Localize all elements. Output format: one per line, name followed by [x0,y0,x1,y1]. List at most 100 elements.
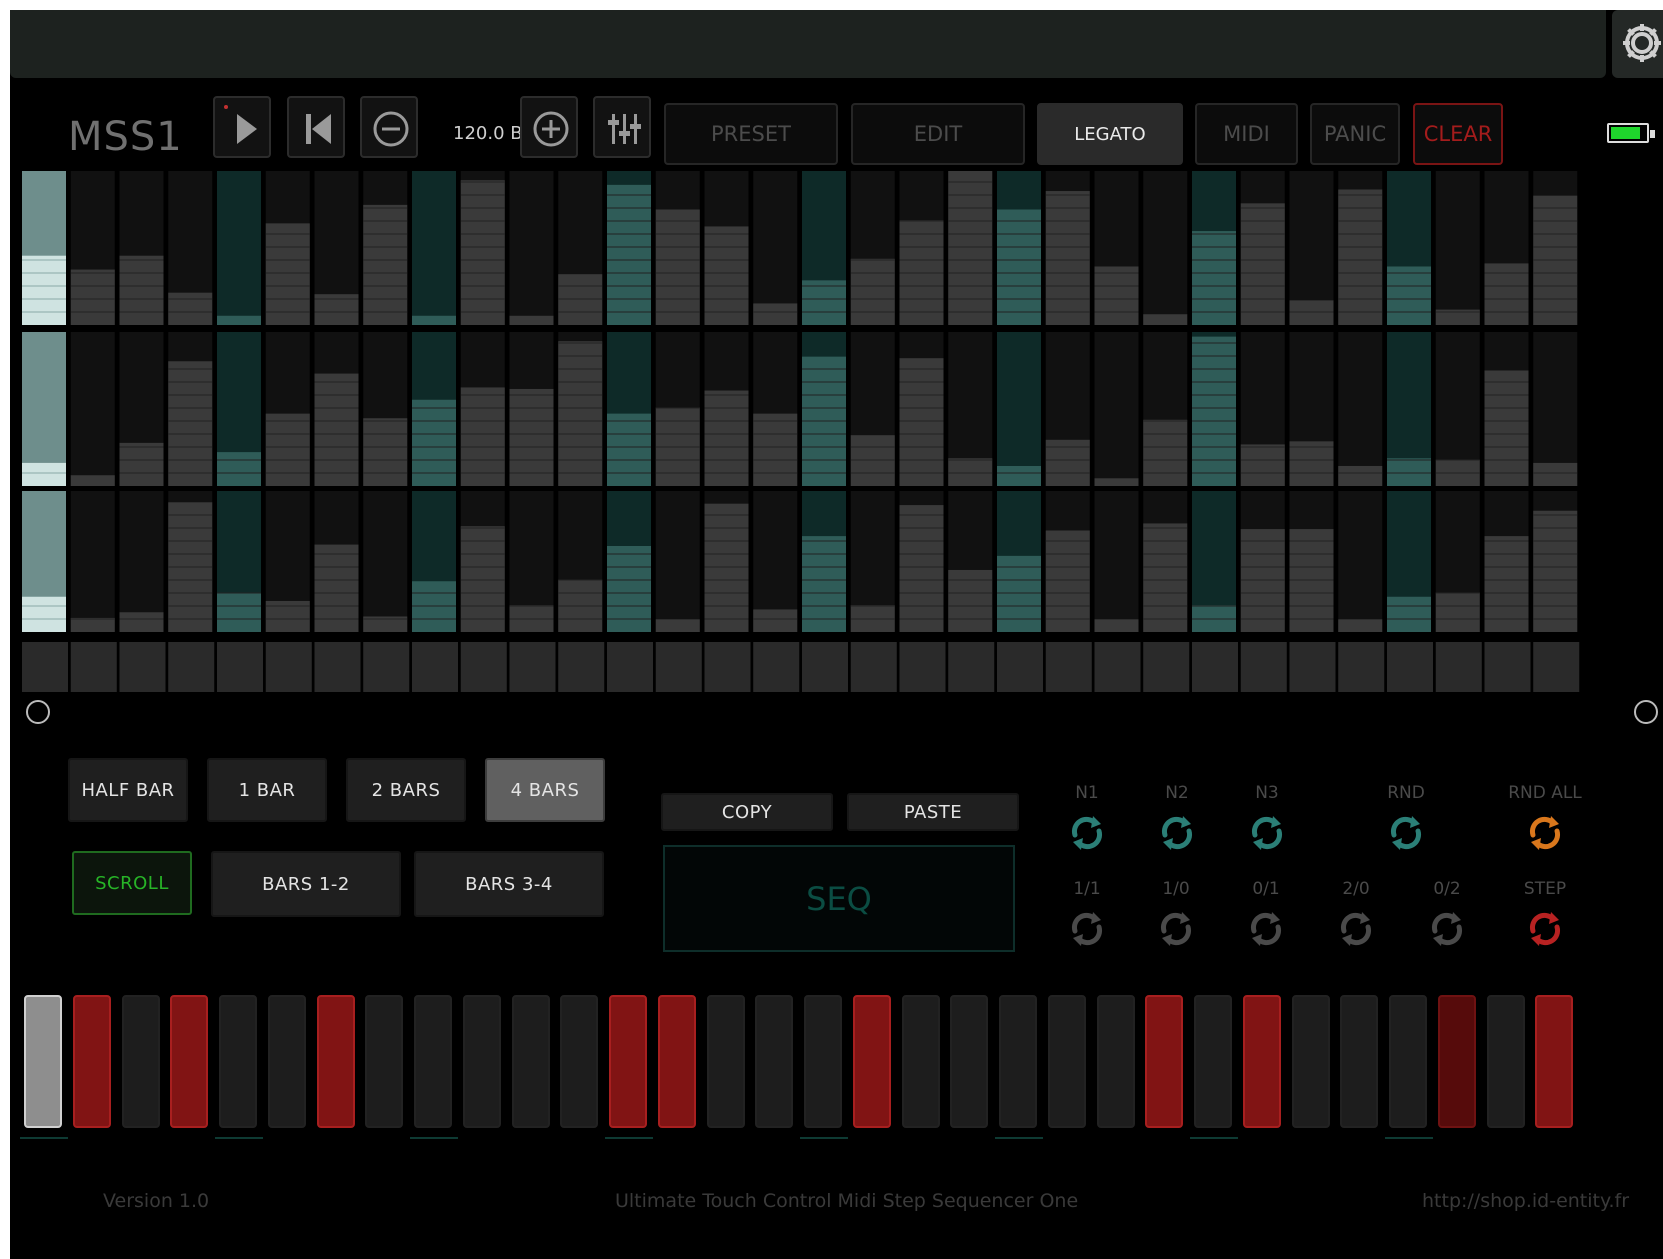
step-cell[interactable] [70,332,115,486]
step-value-bar[interactable] [70,475,115,486]
step-value-bar[interactable] [948,458,993,486]
step-value-bar[interactable] [217,452,261,486]
step-value-bar[interactable] [1387,266,1431,325]
step-footer-cell[interactable] [1387,642,1433,692]
step-pad[interactable] [1291,995,1330,1128]
step-pad[interactable] [950,995,989,1128]
step-pad[interactable] [852,995,891,1128]
step-pad[interactable] [462,995,501,1128]
step-pad[interactable] [1535,995,1574,1128]
step-grid[interactable] [10,10,1663,700]
step-footer-cell[interactable] [1338,642,1385,692]
step-value-bar[interactable] [119,255,164,325]
step-cell[interactable] [412,171,456,325]
step-pad[interactable] [999,995,1037,1128]
step-cell[interactable] [1435,171,1480,325]
step-value-bar[interactable] [1387,596,1431,632]
step-footer-cell[interactable] [1045,642,1092,692]
step-value-bar[interactable] [558,274,603,325]
step-pad[interactable] [901,995,940,1128]
one-bar-button[interactable]: 1 BAR [207,758,327,822]
step-value-bar[interactable] [1143,419,1188,486]
step-pad[interactable] [706,995,745,1128]
step-value-bar[interactable] [558,341,603,486]
step-footer-cell[interactable] [22,642,68,692]
step-footer-cell[interactable] [655,642,702,692]
step-value-bar[interactable] [1094,619,1139,632]
step-value-bar[interactable] [1387,458,1431,486]
bars-3-4-button[interactable]: BARS 3-4 [414,851,604,917]
step-cell[interactable] [753,171,798,325]
step-value-bar[interactable] [1484,536,1529,632]
step-value-bar[interactable] [899,358,944,486]
step-value-bar[interactable] [753,303,798,325]
step-value-bar[interactable] [607,184,651,325]
step-value-bar[interactable] [217,315,261,325]
step-value-bar[interactable] [460,180,505,325]
step-footer-cell[interactable] [1435,642,1482,692]
step-pad[interactable] [1194,995,1232,1128]
step-value-bar[interactable] [704,503,749,632]
step-footer-cell[interactable] [704,642,751,692]
step-value-bar[interactable] [753,413,798,486]
half-bar-button[interactable]: HALF BAR [68,758,188,822]
step-value-bar[interactable] [753,609,798,632]
step-value-bar[interactable] [1045,530,1090,632]
refresh-icon[interactable] [1336,909,1376,949]
refresh-icon[interactable] [1386,813,1426,853]
step-footer-cell[interactable] [217,642,263,692]
step-pad[interactable] [1437,995,1476,1128]
step-value-bar[interactable] [412,315,456,325]
step-value-bar[interactable] [314,373,359,486]
step-pad[interactable] [1242,995,1281,1128]
step-value-bar[interactable] [168,361,213,486]
step-footer-cell[interactable] [948,642,995,692]
step-value-bar[interactable] [22,462,66,486]
step-value-bar[interactable] [850,435,895,486]
step-value-bar[interactable] [363,204,408,325]
step-value-bar[interactable] [1435,592,1480,632]
step-value-bar[interactable] [217,592,261,632]
refresh-icon[interactable] [1156,909,1196,949]
step-value-bar[interactable] [1289,441,1334,486]
step-value-bar[interactable] [168,292,213,325]
refresh-icon[interactable] [1427,909,1467,949]
step-cell[interactable] [1094,491,1139,632]
step-footer-cell[interactable] [899,642,946,692]
step-footer-cell[interactable] [1094,642,1141,692]
refresh-icon[interactable] [1157,813,1197,853]
refresh-icon[interactable] [1067,909,1107,949]
step-value-bar[interactable] [1143,523,1188,632]
step-value-bar[interactable] [1094,266,1139,325]
step-footer-cell[interactable] [363,642,410,692]
step-footer-cell[interactable] [753,642,800,692]
two-bars-button[interactable]: 2 BARS [346,758,466,822]
step-value-bar[interactable] [607,413,651,486]
scroll-right-handle[interactable] [1634,700,1658,724]
step-pad[interactable] [1486,995,1525,1128]
scroll-left-handle[interactable] [26,700,50,724]
step-value-bar[interactable] [1240,444,1285,486]
step-cell[interactable] [509,171,554,325]
step-value-bar[interactable] [460,387,505,486]
step-cell[interactable] [1143,171,1188,325]
step-footer-cell[interactable] [1289,642,1336,692]
step-pad[interactable] [657,995,696,1128]
refresh-icon[interactable] [1525,909,1565,949]
step-value-bar[interactable] [70,269,115,325]
step-pad[interactable] [1096,995,1135,1128]
step-value-bar[interactable] [948,569,993,632]
step-cell[interactable] [1338,491,1383,632]
step-cell[interactable] [1094,332,1139,486]
step-value-bar[interactable] [802,536,846,632]
copy-button[interactable]: COPY [661,793,833,831]
step-pad[interactable] [804,995,842,1128]
step-value-bar[interactable] [1143,314,1188,325]
step-value-bar[interactable] [997,209,1041,326]
step-value-bar[interactable] [1192,231,1236,325]
step-footer-cell[interactable] [509,642,556,692]
step-value-bar[interactable] [1240,529,1285,632]
step-footer-cell[interactable] [997,642,1043,692]
seq-slot[interactable]: SEQ [663,845,1015,952]
step-pad[interactable] [511,995,550,1128]
